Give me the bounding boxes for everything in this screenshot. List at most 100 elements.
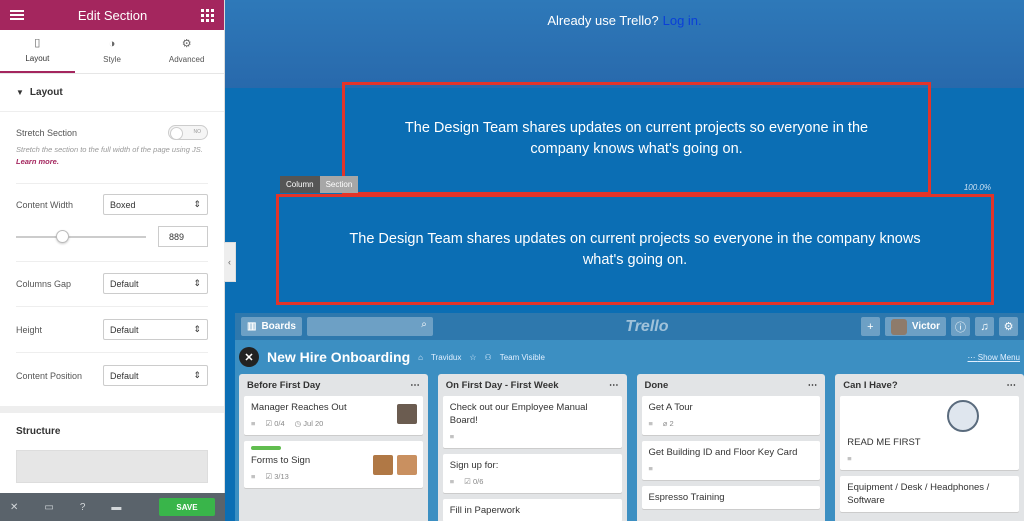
show-menu-link[interactable]: ⋯ Show Menu [968, 353, 1020, 362]
section-handle[interactable]: Section [319, 176, 359, 193]
folder-icon[interactable]: ▬ [111, 502, 121, 513]
trello-card[interactable]: Espresso Training [641, 486, 821, 509]
card-title: Check out our Employee Manual Board! [449, 402, 588, 426]
page-canvas: Already use Trello? Log in. The Design T… [225, 0, 1024, 521]
trello-board-screenshot: ▥ Boards ⌕ Trello + Victor ⓘ ♫ ⚙ ✕ New Hi… [235, 313, 1024, 521]
content-width-slider[interactable] [16, 229, 146, 243]
collapse-panel-button[interactable]: ‹ [224, 242, 236, 282]
content-width-input[interactable]: 889 [158, 226, 208, 247]
avatar [396, 404, 417, 424]
add-icon[interactable]: + [860, 317, 880, 336]
list-menu-icon[interactable]: ⋯ [410, 380, 420, 391]
trello-card[interactable]: Forms to Sign ≡ ☑ 3/13 [244, 441, 423, 488]
checklist-count: 0/4 [274, 419, 285, 428]
save-button[interactable]: SAVE [159, 498, 215, 516]
board-icon: ▥ [247, 321, 257, 332]
list-title[interactable]: Done [645, 380, 669, 391]
learn-more-link[interactable]: Learn more. [16, 157, 59, 166]
trello-search-input[interactable]: ⌕ [306, 317, 433, 336]
trello-card[interactable]: Get Building ID and Floor Key Card ≡ [641, 441, 821, 480]
list-title[interactable]: Can I Have? [843, 380, 897, 391]
editor-panel: Edit Section ▯ Layout ◑ Style ⚙ Advanced… [0, 0, 225, 521]
caret-down-icon: ▼ [16, 88, 24, 97]
trello-card[interactable]: READ ME FIRST ≡ [840, 396, 1019, 470]
list-menu-icon[interactable]: ⋯ [1007, 380, 1017, 391]
user-menu[interactable]: Victor [884, 317, 946, 336]
info-icon[interactable]: ⓘ [951, 317, 970, 336]
tab-advanced[interactable]: ⚙ Advanced [149, 30, 224, 73]
text-block-highlight-1[interactable]: The Design Team shares updates on curren… [342, 82, 931, 195]
chevron-left-icon: ‹ [228, 257, 231, 267]
layout-section-toggle[interactable]: ▼ Layout [0, 74, 224, 112]
tab-layout[interactable]: ▯ Layout [0, 30, 75, 73]
description-icon: ≡ [648, 419, 653, 428]
trello-card[interactable]: Sign up for: ≡ ☑ 0/6 [442, 454, 622, 493]
list-menu-icon[interactable]: ⋯ [609, 380, 619, 391]
list-menu-icon[interactable]: ⋯ [808, 380, 818, 391]
editor-footer: ✕ ▭ ? ▬ SAVE [0, 493, 225, 521]
bell-icon[interactable]: ♫ [975, 317, 994, 336]
list-title[interactable]: On First Day - First Week [446, 380, 559, 391]
height-select[interactable]: Default ⇕ [103, 319, 208, 340]
editor-header: Edit Section [0, 0, 224, 30]
close-icon[interactable]: ✕ [10, 502, 18, 513]
layout-icon: ▯ [34, 37, 41, 49]
columns-gap-select[interactable]: Default ⇕ [103, 273, 208, 294]
text-block-2: The Design Team shares updates on curren… [349, 230, 921, 268]
card-title: READ ME FIRST [847, 437, 921, 448]
trello-list: On First Day - First Week ⋯ Check out our… [437, 374, 627, 521]
card-title: Get Building ID and Floor Key Card [648, 447, 798, 458]
star-icon[interactable]: ☆ [469, 353, 476, 362]
text-block-highlight-2[interactable]: The Design Team shares updates on curren… [276, 194, 994, 305]
checklist-count: 0/6 [472, 477, 484, 486]
attachment-badge: ⌀ 2 [662, 419, 674, 428]
trello-card[interactable]: Check out our Employee Manual Board! ≡ [442, 396, 622, 448]
trello-card[interactable]: Manager Reaches Out ≡ ☑ 0/4 ◷ Jul 20 [244, 396, 423, 435]
stretch-section-toggle[interactable]: NO [168, 125, 208, 140]
editor-tabs: ▯ Layout ◑ Style ⚙ Advanced [0, 30, 224, 74]
tab-style[interactable]: ◑ Style [75, 30, 150, 73]
trello-card[interactable]: Equipment / Desk / Headphones / Software [840, 476, 1019, 512]
board-logo-icon: ✕ [239, 347, 259, 367]
width-percent: 100.0% [963, 183, 991, 192]
description-icon: ≡ [449, 477, 455, 486]
avatar [372, 455, 393, 475]
checklist-badge: ☑ 0/6 [464, 477, 484, 486]
board-title[interactable]: New Hire Onboarding [267, 349, 410, 365]
structure-preview[interactable] [16, 450, 208, 483]
board-header: ✕ New Hire Onboarding ⌂ Travidux ☆ ⚇ Tea… [235, 340, 1024, 374]
structure-section: Structure [0, 406, 224, 491]
trello-card[interactable]: Get A Tour ≡ ⌀ 2 [641, 396, 821, 435]
hamburger-menu-icon[interactable] [10, 10, 24, 20]
gear-icon: ⚙ [181, 38, 192, 50]
trello-topbar: ▥ Boards ⌕ Trello + Victor ⓘ ♫ ⚙ [235, 313, 1024, 340]
trello-list: Can I Have? ⋯ READ ME FIRST ≡ Equipment /… [835, 374, 1024, 521]
team-name[interactable]: Travidux [431, 353, 461, 362]
trello-card[interactable]: Fill in Paperwork [442, 499, 622, 521]
stretch-section-label: Stretch Section [16, 127, 78, 138]
boards-button[interactable]: ▥ Boards [241, 317, 302, 336]
list-title[interactable]: Before First Day [247, 380, 320, 391]
widgets-grid-icon[interactable] [201, 8, 214, 22]
visibility-label[interactable]: Team Visible [500, 353, 545, 362]
description-icon: ≡ [449, 432, 455, 441]
slider-handle[interactable] [55, 229, 69, 243]
content-position-select[interactable]: Default ⇕ [103, 365, 208, 386]
content-position-label: Content Position [16, 370, 83, 381]
height-label: Height [16, 324, 43, 335]
tab-style-label: Style [103, 55, 121, 64]
help-icon[interactable]: ? [80, 502, 86, 513]
desktop-icon[interactable]: ▭ [44, 502, 53, 513]
avatar [396, 455, 417, 475]
trello-list: Done ⋯ Get A Tour ≡ ⌀ 2 Get Building ID an… [636, 374, 826, 521]
select-arrows-icon: ⇕ [193, 199, 201, 209]
select-arrows-icon: ⇕ [193, 324, 201, 334]
content-width-select[interactable]: Boxed ⇕ [103, 194, 208, 215]
settings-icon[interactable]: ⚙ [999, 317, 1018, 336]
description-icon: ≡ [648, 464, 653, 473]
column-handle[interactable]: Column [280, 176, 320, 193]
columns-gap-label: Columns Gap [16, 278, 72, 289]
structure-title[interactable]: Structure [0, 413, 224, 450]
login-link[interactable]: Log in. [663, 13, 702, 88]
element-handles: Column Section [280, 176, 359, 193]
